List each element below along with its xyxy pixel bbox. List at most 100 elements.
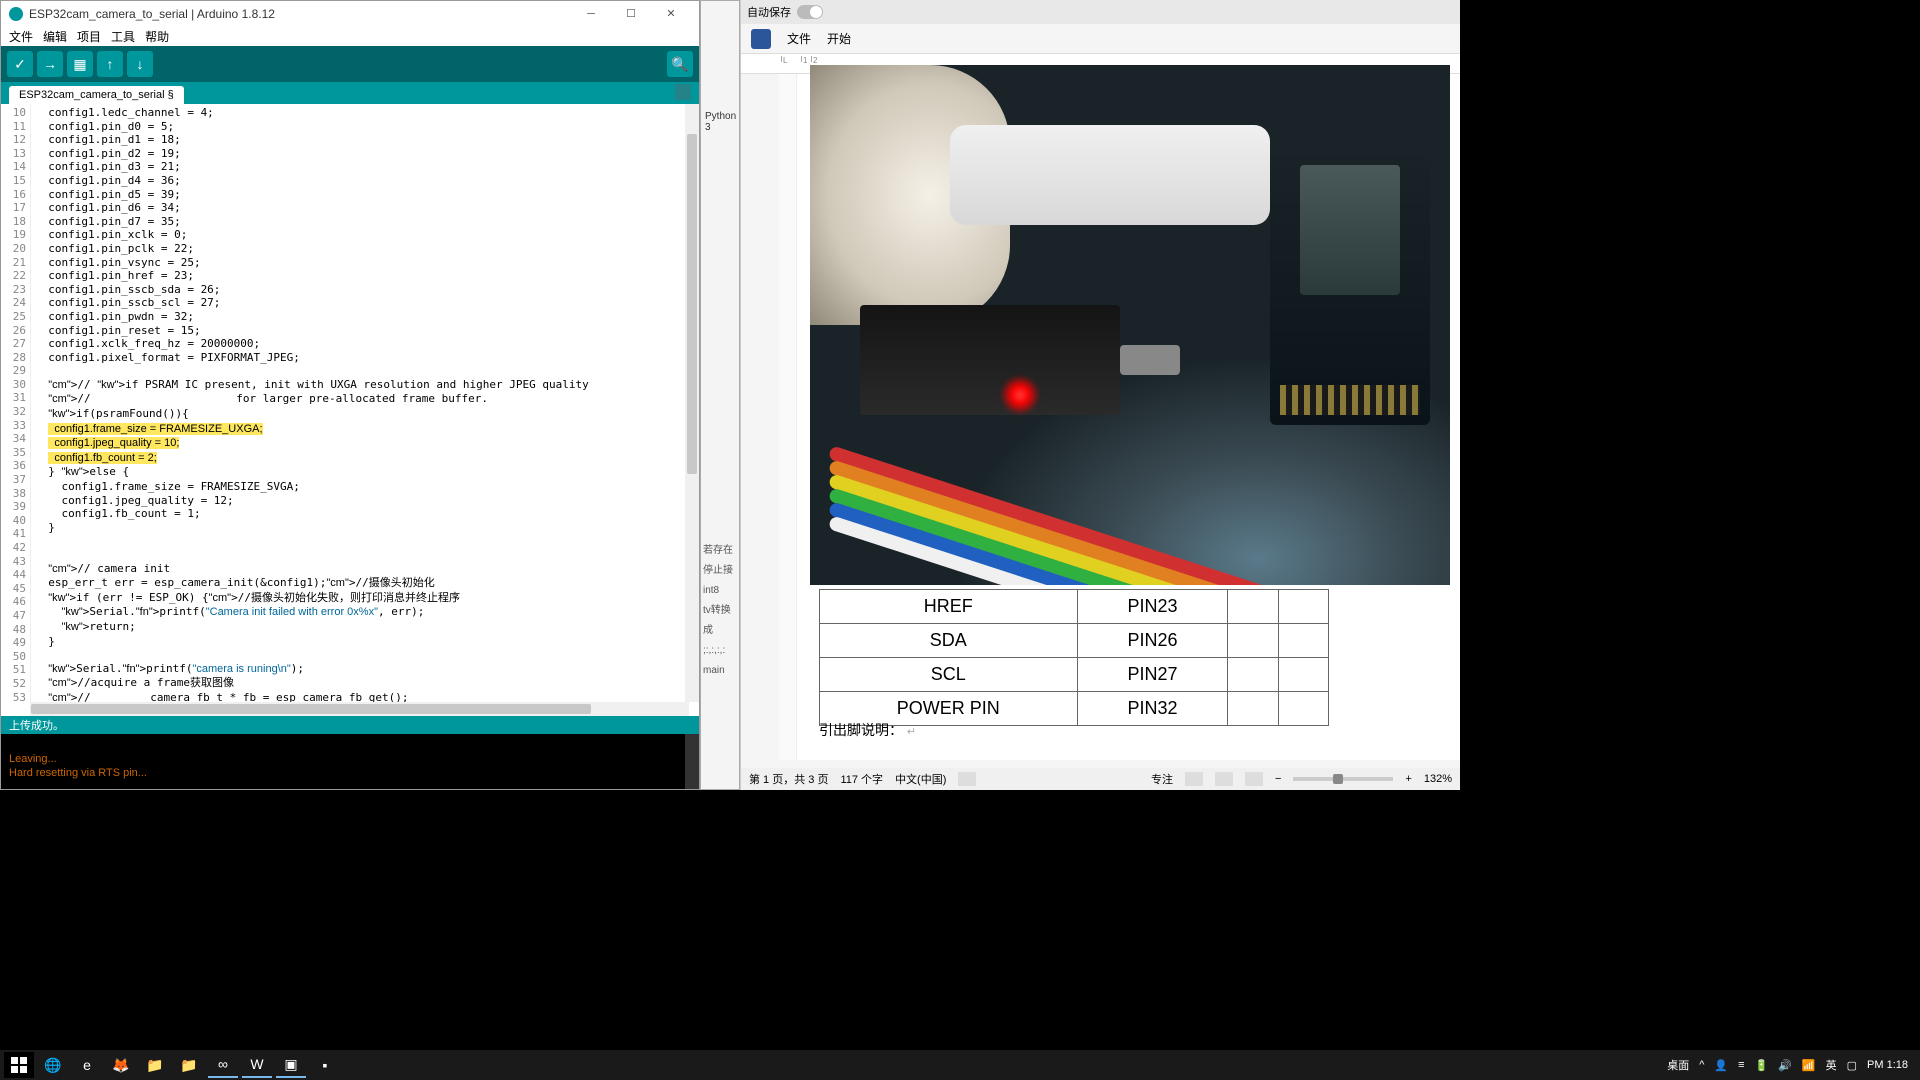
console-line: Hard resetting via RTS pin...	[9, 766, 691, 780]
tab-dropdown-icon[interactable]	[675, 84, 691, 100]
web-layout-icon[interactable]	[1245, 772, 1263, 786]
menu-edit[interactable]: 编辑	[43, 28, 67, 45]
track-changes-icon[interactable]	[958, 772, 976, 786]
maximize-button[interactable]: ☐	[611, 4, 651, 24]
open-button[interactable]: ↑	[97, 51, 123, 77]
table-cell[interactable]	[1278, 590, 1328, 624]
table-cell[interactable]	[1228, 624, 1278, 658]
arduino-logo-icon	[9, 7, 23, 21]
system-tray[interactable]: 桌面 ^ 👤 ≡ 🔋 🔊 📶 英 ▢ PM 1:18	[1667, 1057, 1916, 1073]
minimize-button[interactable]: ─	[571, 4, 611, 24]
arduino-status-bar: 上传成功。	[1, 716, 699, 734]
vertical-ruler[interactable]	[779, 74, 797, 760]
table-cell[interactable]: SDA	[820, 624, 1078, 658]
menu-tools[interactable]: 工具	[111, 28, 135, 45]
taskbar-app-firefox[interactable]: 🦊	[106, 1052, 136, 1078]
page-count[interactable]: 第 1 页，共 3 页	[749, 771, 828, 787]
word-count[interactable]: 117 个字	[840, 771, 883, 787]
read-mode-icon[interactable]	[1185, 772, 1203, 786]
console-line: Leaving...	[9, 752, 691, 766]
phone-object	[950, 125, 1270, 225]
tray-people-icon[interactable]: 👤	[1714, 1059, 1728, 1072]
word-status-bar: 第 1 页，共 3 页 117 个字 中文(中国) 专注 − + 132%	[741, 768, 1460, 790]
ribbon-tab-home[interactable]: 开始	[827, 30, 851, 47]
table-cell[interactable]	[1228, 692, 1278, 726]
tray-ime-icon[interactable]: 英	[1826, 1057, 1837, 1073]
desktop-peek-label[interactable]: 桌面	[1667, 1057, 1689, 1073]
tray-chevron-icon[interactable]: ^	[1699, 1059, 1704, 1071]
new-button[interactable]: ▦	[67, 51, 93, 77]
line-number-gutter: 10 11 12 13 14 15 16 17 18 19 20 21 22 2…	[1, 104, 31, 716]
language-indicator[interactable]: 中文(中国)	[895, 771, 946, 787]
upload-button[interactable]: →	[37, 51, 63, 77]
ribbon-tab-file[interactable]: 文件	[787, 30, 811, 47]
table-cell[interactable]: PIN27	[1077, 658, 1228, 692]
usb-serial-module	[860, 305, 1120, 415]
table-cell[interactable]: PIN23	[1077, 590, 1228, 624]
table-cell[interactable]: PIN26	[1077, 624, 1228, 658]
vertical-scrollbar[interactable]	[685, 104, 699, 702]
tray-input-icon[interactable]: ▢	[1847, 1059, 1857, 1072]
power-led-glow	[1000, 375, 1040, 415]
pin-mapping-table[interactable]: HREFPIN23SDAPIN26SCLPIN27POWER PINPIN32	[819, 589, 1329, 726]
zoom-level[interactable]: 132%	[1424, 773, 1452, 785]
table-cell[interactable]	[1278, 624, 1328, 658]
taskbar-app-word[interactable]: W	[242, 1052, 272, 1078]
tray-volume-icon[interactable]: 🔊	[1778, 1059, 1792, 1072]
console-scrollbar[interactable]	[685, 734, 699, 789]
header-pins	[1280, 385, 1420, 415]
zoom-slider[interactable]	[1293, 777, 1393, 781]
table-cell[interactable]	[1228, 658, 1278, 692]
word-ribbon: 文件 开始	[741, 24, 1460, 54]
autosave-label: 自动保存	[747, 4, 791, 20]
arduino-console[interactable]: Leaving... Hard resetting via RTS pin...	[1, 734, 699, 789]
esp32-board	[1270, 145, 1430, 425]
word-logo-icon	[751, 29, 771, 49]
menu-help[interactable]: 帮助	[145, 28, 169, 45]
table-cell[interactable]	[1228, 590, 1278, 624]
table-cell[interactable]	[1278, 692, 1328, 726]
close-button[interactable]: ✕	[651, 4, 691, 24]
clock[interactable]: PM 1:18	[1867, 1059, 1908, 1071]
arduino-menu-bar: 文件 编辑 项目 工具 帮助	[1, 26, 699, 46]
verify-button[interactable]: ✓	[7, 51, 33, 77]
menu-sketch[interactable]: 项目	[77, 28, 101, 45]
arduino-tab-bar: ESP32cam_camera_to_serial §	[1, 82, 699, 104]
taskbar-app-ie[interactable]: e	[72, 1052, 102, 1078]
taskbar-app-folder[interactable]: 📁	[174, 1052, 204, 1078]
horizontal-scrollbar[interactable]	[31, 702, 689, 716]
word-titlebar[interactable]: 自动保存	[741, 0, 1460, 24]
code-editor[interactable]: 10 11 12 13 14 15 16 17 18 19 20 21 22 2…	[1, 104, 699, 716]
arduino-titlebar[interactable]: ESP32cam_camera_to_serial | Arduino 1.8.…	[1, 1, 699, 26]
rf-shield	[1300, 165, 1400, 295]
tray-wifi-icon[interactable]: 📶	[1802, 1059, 1816, 1072]
arduino-ide-window: ESP32cam_camera_to_serial | Arduino 1.8.…	[0, 0, 700, 790]
table-cell[interactable]	[1278, 658, 1328, 692]
taskbar-app-explorer[interactable]: 📁	[140, 1052, 170, 1078]
focus-mode-button[interactable]: 专注	[1151, 771, 1173, 787]
code-text-area[interactable]: config1.ledc_channel = 4; config1.pin_d0…	[31, 104, 699, 716]
taskbar-app-arduino[interactable]: ∞	[208, 1052, 238, 1078]
python-tab-label[interactable]: Python 3	[705, 111, 739, 133]
table-cell[interactable]: SCL	[820, 658, 1078, 692]
footer-label: 引出脚说明：	[819, 722, 903, 738]
taskbar-app-chrome[interactable]: 🌐	[38, 1052, 68, 1078]
serial-monitor-button[interactable]: 🔍	[667, 51, 693, 77]
save-button[interactable]: ↓	[127, 51, 153, 77]
print-layout-icon[interactable]	[1215, 772, 1233, 786]
tray-bluetooth-icon[interactable]: ≡	[1738, 1059, 1744, 1071]
autosave-toggle[interactable]	[797, 5, 823, 19]
menu-file[interactable]: 文件	[9, 28, 33, 45]
arduino-title-text: ESP32cam_camera_to_serial | Arduino 1.8.…	[29, 7, 275, 21]
sketch-tab[interactable]: ESP32cam_camera_to_serial §	[9, 86, 184, 104]
python-output-fragment: 若存在停止接int8tv转换成;:,:,:,:main	[703, 541, 739, 681]
python-shell-window-fragment: Python 3 若存在停止接int8tv转换成;:,:,:,:main	[700, 0, 740, 790]
start-button[interactable]	[4, 1052, 34, 1078]
tray-battery-icon[interactable]: 🔋	[1755, 1059, 1769, 1072]
webcam-photo-overlay	[810, 65, 1450, 585]
taskbar-app-python[interactable]: ▣	[276, 1052, 306, 1078]
table-cell[interactable]: HREF	[820, 590, 1078, 624]
table-cell[interactable]: PIN32	[1077, 692, 1228, 726]
taskbar-app-terminal[interactable]: ▪	[310, 1052, 340, 1078]
windows-taskbar[interactable]: 🌐 e 🦊 📁 📁 ∞ W ▣ ▪ 桌面 ^ 👤 ≡ 🔋 🔊 📶 英 ▢ PM …	[0, 1050, 1920, 1080]
